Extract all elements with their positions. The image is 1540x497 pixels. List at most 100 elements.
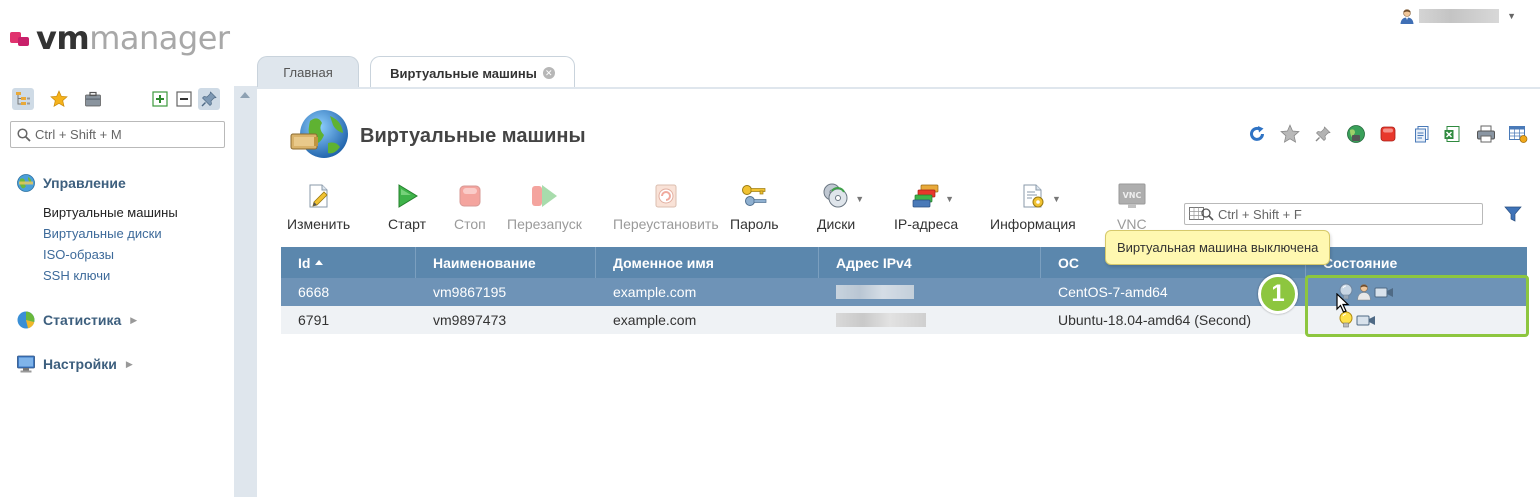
sidebar-collapse-bar[interactable] [234, 86, 257, 497]
table-search-input[interactable] [1218, 206, 1478, 222]
stop-icon[interactable] [1377, 123, 1399, 145]
sidebar-search-input[interactable] [35, 127, 215, 142]
sidebar-group-label: Настройки [43, 356, 117, 372]
sidebar-item-iso-images[interactable]: ISO-образы [43, 244, 178, 265]
start-button-label: Старт [388, 216, 427, 232]
cell-id: 6668 [298, 284, 330, 300]
ip-addresses-icon: ▼ [912, 182, 954, 210]
sidebar-group-statistics[interactable]: Статистика ▶ [16, 310, 137, 330]
close-icon[interactable]: ✕ [542, 67, 555, 79]
ip-addresses-button[interactable]: ▼ IP-адреса [894, 182, 958, 234]
expand-icon[interactable] [149, 88, 171, 110]
pin-icon[interactable] [198, 88, 220, 110]
start-button[interactable]: Старт [388, 182, 426, 234]
password-button[interactable]: Пароль [730, 182, 779, 234]
print-icon[interactable] [1475, 123, 1497, 145]
status-tooltip: Виртуальная машина выключена [1105, 230, 1331, 265]
sidebar-toolbar [12, 88, 224, 112]
stop-icon [456, 182, 484, 210]
column-header-id[interactable]: Id [281, 247, 416, 278]
table-header-row: Id Наименование Доменное имя Адрес IPv4 … [281, 247, 1527, 278]
pin-icon[interactable] [1312, 123, 1334, 145]
stop-button-label: Стоп [454, 216, 486, 232]
sidebar-group-management[interactable]: Управление [16, 173, 126, 193]
pie-chart-icon [17, 311, 35, 329]
page-title: Виртуальные машины [360, 125, 586, 147]
column-header-domain[interactable]: Доменное имя [596, 247, 819, 278]
sidebar-group-settings[interactable]: Настройки ▶ [16, 354, 133, 374]
arrow-up-icon[interactable] [240, 92, 250, 98]
sidebar-item-ssh-keys[interactable]: SSH ключи [43, 265, 178, 286]
logo-text-vm: vm [36, 19, 90, 57]
chevron-down-icon: ▼ [1507, 11, 1516, 21]
sidebar: Управление Виртуальные машины Виртуальны… [0, 86, 234, 497]
chevron-right-icon: ▶ [125, 358, 133, 369]
chevron-right-icon: ▶ [130, 314, 138, 325]
disks-button-label: Диски [817, 216, 856, 232]
excel-icon[interactable] [1441, 123, 1463, 145]
table-search-field[interactable] [1184, 203, 1483, 225]
vmmanager-logo: vmmanager [10, 20, 230, 56]
key-icon [740, 182, 768, 210]
edit-button[interactable]: Изменить [287, 182, 350, 234]
reinstall-button[interactable]: Переустановить [613, 182, 719, 234]
search-icon [17, 127, 31, 142]
filter-icon[interactable] [1503, 203, 1523, 225]
disks-button[interactable]: ▼ Диски [817, 182, 864, 234]
table-settings-icon[interactable] [1507, 123, 1529, 145]
user-name-redacted [1419, 9, 1500, 23]
tab-virtual-machines[interactable]: Виртуальные машины ✕ [370, 56, 575, 89]
column-header-ipv4[interactable]: Адрес IPv4 [819, 247, 1041, 278]
cell-domain: example.com [613, 284, 697, 300]
monitor-icon [17, 355, 35, 373]
cell-id: 6791 [298, 312, 330, 328]
tab-divider [257, 87, 1540, 89]
user-icon [1400, 9, 1414, 24]
vnc-button[interactable]: VNC VNC [1117, 182, 1147, 234]
star-icon[interactable] [1279, 123, 1301, 145]
table-search-icon [1189, 207, 1214, 221]
mouse-cursor-icon [1336, 293, 1350, 313]
page-header-toolbar [1240, 123, 1530, 145]
collapse-icon[interactable] [173, 88, 195, 110]
chevron-down-icon: ▼ [855, 194, 865, 204]
column-header-name[interactable]: Наименование [416, 247, 596, 278]
column-header-status[interactable]: Состояние [1306, 247, 1527, 278]
stop-button[interactable]: Стоп [454, 182, 486, 234]
info-button-label: Информация [990, 216, 1076, 232]
star-icon[interactable] [48, 88, 70, 110]
chevron-down-icon: ▼ [945, 194, 955, 204]
copy-icon[interactable] [1411, 123, 1433, 145]
refresh-icon[interactable] [1246, 123, 1268, 145]
sort-ascending-icon [315, 260, 324, 265]
annotation-badge: 1 [1258, 274, 1298, 314]
logo-text-manager: manager [89, 19, 230, 57]
tab-label: Главная [283, 65, 333, 80]
tree-icon[interactable] [12, 88, 34, 110]
column-header-label: Адрес IPv4 [836, 254, 912, 271]
sidebar-item-virtual-disks[interactable]: Виртуальные диски [43, 223, 178, 244]
ipv4-redacted [836, 313, 926, 327]
info-icon: ▼ [1019, 182, 1061, 210]
sidebar-search-field[interactable] [10, 121, 225, 148]
password-button-label: Пароль [730, 216, 779, 232]
cell-ipv4 [819, 278, 1041, 306]
restart-button[interactable]: Перезапуск [507, 182, 582, 234]
column-header-label: Доменное имя [613, 254, 714, 271]
globe-icon[interactable] [1345, 123, 1367, 145]
edit-icon [305, 182, 333, 210]
sidebar-group-label: Статистика [43, 312, 122, 328]
column-header-label: ОС [1058, 254, 1079, 271]
globe-icon [17, 174, 35, 192]
tab-home[interactable]: Главная [257, 56, 359, 88]
cell-name: vm9867195 [433, 284, 507, 300]
sidebar-group-label: Управление [43, 175, 126, 191]
sidebar-management-items: Виртуальные машины Виртуальные диски ISO… [43, 202, 178, 286]
info-button[interactable]: ▼ Информация [990, 182, 1076, 234]
sidebar-item-virtual-machines[interactable]: Виртуальные машины [43, 202, 178, 223]
user-menu[interactable]: ▼ [1399, 8, 1516, 24]
edit-button-label: Изменить [287, 216, 351, 232]
chevron-down-icon: ▼ [1051, 194, 1061, 204]
vnc-icon: VNC [1118, 182, 1146, 210]
briefcase-icon[interactable] [82, 88, 104, 110]
